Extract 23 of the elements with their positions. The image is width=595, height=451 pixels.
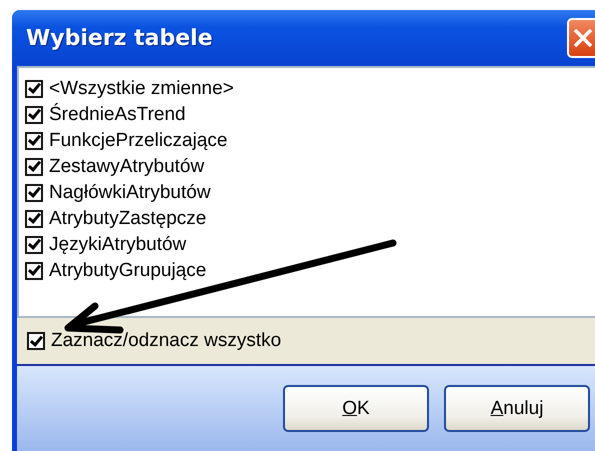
list-item[interactable]: FunkcjePrzeliczające xyxy=(49,130,228,152)
list-item[interactable]: NagłówkiAtrybutów xyxy=(49,182,211,204)
close-button[interactable] xyxy=(567,18,595,58)
cancel-button[interactable]: Anuluj xyxy=(444,385,590,432)
list-item[interactable]: AtrybutyZastępcze xyxy=(49,208,206,230)
checkbox[interactable] xyxy=(25,132,43,150)
checkbox[interactable] xyxy=(25,262,43,280)
list-item[interactable]: AtrybutyGrupujące xyxy=(49,260,206,282)
window-title: Wybierz tabele xyxy=(26,26,213,50)
checkbox[interactable] xyxy=(25,158,43,176)
checkbox[interactable] xyxy=(25,184,43,202)
list-item[interactable]: <Wszystkie zmienne> xyxy=(49,78,234,100)
checkbox[interactable] xyxy=(25,106,43,124)
checkbox[interactable] xyxy=(27,332,45,350)
close-icon xyxy=(572,27,594,49)
list-item[interactable]: ŚrednieAsTrend xyxy=(49,104,186,126)
list-item[interactable]: JęzykiAtrybutów xyxy=(49,234,186,256)
checkbox[interactable] xyxy=(25,210,43,228)
checkbox[interactable] xyxy=(25,236,43,254)
checkbox[interactable] xyxy=(25,80,43,98)
checkbox-label[interactable]: Zaznacz/odznacz wszystko xyxy=(51,330,282,352)
ok-button[interactable]: OK xyxy=(283,385,429,432)
list-item[interactable]: ZestawyAtrybutów xyxy=(49,156,204,178)
